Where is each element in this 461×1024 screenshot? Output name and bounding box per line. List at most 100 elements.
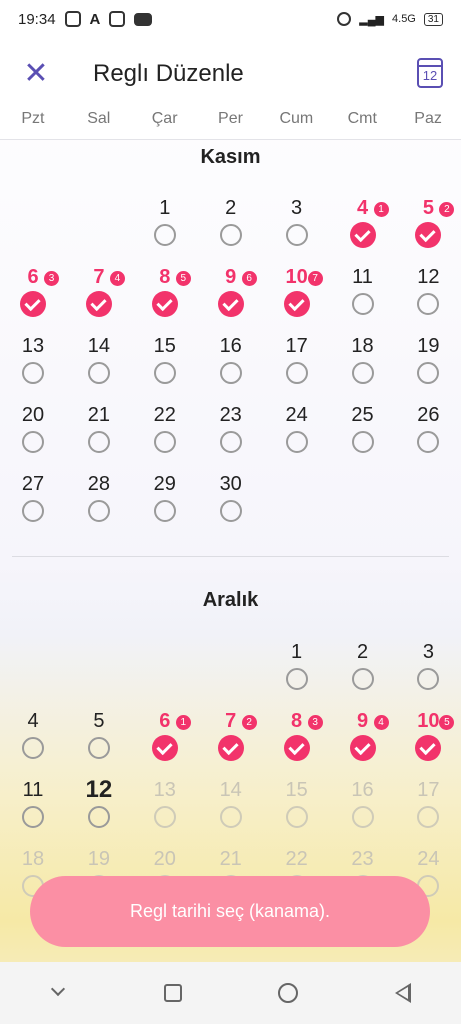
- calendar-day[interactable]: 94: [330, 709, 396, 777]
- calendar-day[interactable]: 23: [198, 403, 264, 471]
- calendar-day[interactable]: 24: [264, 403, 330, 471]
- day-select-circle[interactable]: [153, 431, 176, 453]
- calendar-day[interactable]: 5: [66, 709, 132, 777]
- day-select-circle[interactable]: [219, 362, 242, 384]
- day-select-circle[interactable]: [87, 737, 110, 759]
- calendar-day[interactable]: 12: [395, 265, 461, 333]
- calendar-day[interactable]: 2: [330, 640, 396, 708]
- day-select-circle[interactable]: [87, 806, 110, 828]
- select-period-button[interactable]: Regl tarihi seç (kanama).: [30, 876, 430, 947]
- calendar-day[interactable]: 29: [132, 472, 198, 540]
- check-icon[interactable]: [283, 291, 310, 317]
- nav-home-icon[interactable]: [273, 978, 303, 1008]
- calendar-day[interactable]: 22: [132, 403, 198, 471]
- day-select-circle[interactable]: [351, 431, 374, 453]
- day-select-circle[interactable]: [153, 224, 176, 246]
- day-select-circle[interactable]: [285, 362, 308, 384]
- calendar-day[interactable]: 63: [0, 265, 66, 333]
- day-select-circle[interactable]: [417, 431, 440, 453]
- calendar-day[interactable]: 13: [132, 778, 198, 846]
- day-select-circle[interactable]: [22, 737, 44, 759]
- day-select-circle[interactable]: [219, 500, 242, 522]
- calendar-day[interactable]: 52: [395, 196, 461, 264]
- calendar-day[interactable]: 16: [330, 778, 396, 846]
- check-icon[interactable]: [20, 291, 46, 317]
- day-select-circle[interactable]: [219, 431, 242, 453]
- day-select-circle[interactable]: [22, 806, 44, 828]
- calendar-day[interactable]: 85: [132, 265, 198, 333]
- check-icon[interactable]: [151, 735, 178, 761]
- calendar-day[interactable]: 13: [0, 334, 66, 402]
- calendar-day[interactable]: 11: [0, 778, 66, 846]
- calendar-day[interactable]: 28: [66, 472, 132, 540]
- day-select-circle[interactable]: [285, 668, 308, 690]
- day-select-circle[interactable]: [219, 806, 242, 828]
- calendar-day[interactable]: 1: [264, 640, 330, 708]
- calendar-day[interactable]: 25: [330, 403, 396, 471]
- check-icon[interactable]: [415, 222, 442, 248]
- calendar-day[interactable]: 21: [66, 403, 132, 471]
- day-select-circle[interactable]: [153, 500, 176, 522]
- day-select-circle[interactable]: [351, 668, 374, 690]
- check-icon[interactable]: [349, 735, 376, 761]
- day-select-circle[interactable]: [87, 500, 110, 522]
- day-select-circle[interactable]: [351, 362, 374, 384]
- day-select-circle[interactable]: [153, 362, 176, 384]
- calendar-day[interactable]: 19: [395, 334, 461, 402]
- close-icon[interactable]: ✕: [22, 59, 50, 89]
- calendar-day[interactable]: 83: [264, 709, 330, 777]
- calendar-day[interactable]: 11: [330, 265, 396, 333]
- day-select-circle[interactable]: [351, 806, 374, 828]
- day-select-circle[interactable]: [219, 224, 242, 246]
- nav-recents-icon[interactable]: [158, 978, 188, 1008]
- calendar-day[interactable]: 14: [66, 334, 132, 402]
- day-select-circle[interactable]: [87, 431, 110, 453]
- check-icon[interactable]: [283, 735, 310, 761]
- day-select-circle[interactable]: [417, 806, 440, 828]
- calendar-day[interactable]: 10 5: [395, 709, 461, 777]
- day-select-circle[interactable]: [285, 431, 308, 453]
- calendar-day[interactable]: 16: [198, 334, 264, 402]
- check-icon[interactable]: [217, 291, 244, 317]
- nav-back-icon[interactable]: [388, 978, 418, 1008]
- calendar-day[interactable]: 96: [198, 265, 264, 333]
- day-select-circle[interactable]: [285, 806, 308, 828]
- calendar-day[interactable]: 10 7: [264, 265, 330, 333]
- calendar-day[interactable]: 72: [198, 709, 264, 777]
- day-select-circle[interactable]: [153, 806, 176, 828]
- calendar-day[interactable]: 30: [198, 472, 264, 540]
- calendar-day[interactable]: 2: [198, 196, 264, 264]
- day-select-circle[interactable]: [351, 293, 374, 315]
- day-select-circle[interactable]: [22, 431, 44, 453]
- calendar-day[interactable]: 14: [198, 778, 264, 846]
- calendar-day[interactable]: 15: [132, 334, 198, 402]
- calendar-day[interactable]: 61: [132, 709, 198, 777]
- calendar-day[interactable]: 12: [66, 778, 132, 846]
- calendar-day[interactable]: 20: [0, 403, 66, 471]
- check-icon[interactable]: [415, 735, 442, 761]
- check-icon[interactable]: [349, 222, 376, 248]
- day-select-circle[interactable]: [417, 668, 440, 690]
- calendar-day[interactable]: 17: [264, 334, 330, 402]
- calendar-day[interactable]: 17: [395, 778, 461, 846]
- check-icon[interactable]: [151, 291, 178, 317]
- calendar-day[interactable]: 26: [395, 403, 461, 471]
- calendar-day[interactable]: 74: [66, 265, 132, 333]
- check-icon[interactable]: [85, 291, 112, 317]
- day-select-circle[interactable]: [22, 500, 44, 522]
- calendar-day[interactable]: 15: [264, 778, 330, 846]
- calendar-day[interactable]: 18: [330, 334, 396, 402]
- day-select-circle[interactable]: [87, 362, 110, 384]
- calendar-day[interactable]: 3: [264, 196, 330, 264]
- day-select-circle[interactable]: [285, 224, 308, 246]
- day-select-circle[interactable]: [417, 293, 440, 315]
- calendar-day[interactable]: 27: [0, 472, 66, 540]
- calendar-day[interactable]: 4: [0, 709, 66, 777]
- calendar-day[interactable]: 1: [132, 196, 198, 264]
- day-select-circle[interactable]: [417, 362, 440, 384]
- day-select-circle[interactable]: [22, 362, 44, 384]
- check-icon[interactable]: [217, 735, 244, 761]
- calendar-day[interactable]: 3: [395, 640, 461, 708]
- nav-collapse-icon[interactable]: [43, 978, 73, 1008]
- calendar-icon[interactable]: 12: [417, 58, 443, 88]
